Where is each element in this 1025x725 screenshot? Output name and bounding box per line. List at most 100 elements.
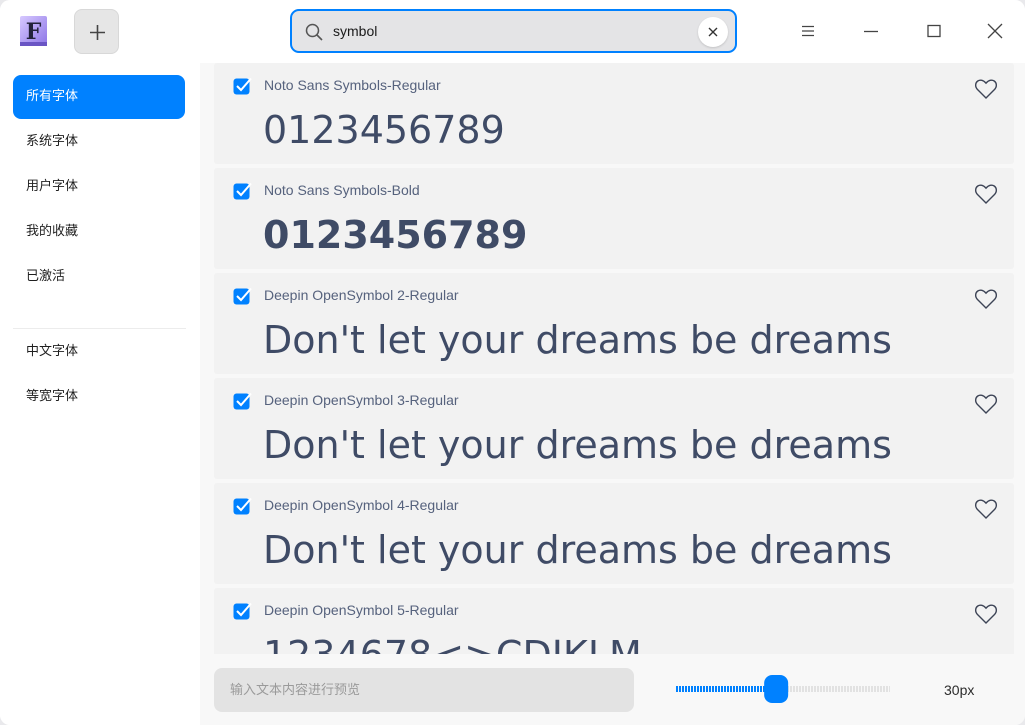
slider-tick xyxy=(823,686,825,692)
slider-tick xyxy=(694,686,696,692)
bottom-bar: 30px xyxy=(200,654,1025,725)
font-name: Noto Sans Symbols-Regular xyxy=(264,77,441,93)
heart-icon[interactable] xyxy=(974,392,998,416)
sidebar-item-user-fonts[interactable]: 用户字体 xyxy=(13,165,185,209)
slider-tick xyxy=(721,686,723,692)
checkbox-checked-icon[interactable] xyxy=(233,287,253,305)
font-preview: Don't let your dreams be dreams xyxy=(263,528,892,572)
checkbox-checked-icon[interactable] xyxy=(233,497,253,515)
font-preview: Don't let your dreams be dreams xyxy=(263,318,892,362)
sidebar-item-monospace-fonts[interactable]: 等宽字体 xyxy=(13,375,185,419)
maximize-icon xyxy=(927,24,941,38)
font-name: Deepin OpenSymbol 2-Regular xyxy=(264,287,459,303)
slider-tick xyxy=(814,686,816,692)
slider-tick xyxy=(703,686,705,692)
slider-tick xyxy=(841,686,843,692)
font-list: Noto Sans Symbols-Regular 0123456789 Not… xyxy=(214,63,1014,654)
slider-tick xyxy=(838,686,840,692)
close-icon xyxy=(987,23,1003,39)
font-preview: 0123456789 xyxy=(263,108,505,152)
slider-tick xyxy=(835,686,837,692)
slider-tick xyxy=(799,686,801,692)
slider-tick xyxy=(691,686,693,692)
font-card[interactable]: Deepin OpenSymbol 3-Regular Don't let yo… xyxy=(214,378,1014,479)
font-manager-logo: F xyxy=(20,16,47,46)
slider-tick xyxy=(889,686,890,692)
maximize-button[interactable] xyxy=(919,16,949,46)
close-window-button[interactable] xyxy=(980,16,1010,46)
clear-search-button[interactable] xyxy=(698,17,728,47)
title-bar: F symbol xyxy=(0,0,1025,63)
slider-tick xyxy=(871,686,873,692)
close-icon xyxy=(708,27,718,37)
checkbox-checked-icon[interactable] xyxy=(233,182,253,200)
heart-icon[interactable] xyxy=(974,602,998,626)
svg-text:F: F xyxy=(26,19,42,45)
slider-tick xyxy=(745,686,747,692)
sidebar-item-all-fonts[interactable]: 所有字体 xyxy=(13,75,185,119)
slider-tick xyxy=(883,686,885,692)
font-card[interactable]: Deepin OpenSymbol 5-Regular 1234678<>CDJ… xyxy=(214,588,1014,654)
heart-icon[interactable] xyxy=(974,77,998,101)
add-font-button[interactable] xyxy=(74,9,119,54)
minimize-button[interactable] xyxy=(856,16,886,46)
font-manager-window: F symbol 所有字体 系统字体 用户字体 我的收藏 已激活 中文字体 等宽… xyxy=(0,0,1025,725)
slider-tick xyxy=(865,686,867,692)
slider-tick xyxy=(730,686,732,692)
sidebar-item-system-fonts[interactable]: 系统字体 xyxy=(13,120,185,164)
slider-tick xyxy=(793,686,795,692)
slider-tick xyxy=(820,686,822,692)
slider-tick xyxy=(736,686,738,692)
slider-tick xyxy=(715,686,717,692)
slider-tick xyxy=(754,686,756,692)
sidebar-item-favorites[interactable]: 我的收藏 xyxy=(13,210,185,254)
slider-tick xyxy=(829,686,831,692)
heart-icon[interactable] xyxy=(974,497,998,521)
sidebar-item-activated[interactable]: 已激活 xyxy=(13,255,185,299)
slider-tick xyxy=(811,686,813,692)
slider-tick xyxy=(748,686,750,692)
slider-tick xyxy=(742,686,744,692)
slider-tick xyxy=(874,686,876,692)
slider-tick xyxy=(817,686,819,692)
checkbox-checked-icon[interactable] xyxy=(233,602,253,620)
slider-tick xyxy=(847,686,849,692)
heart-icon[interactable] xyxy=(974,287,998,311)
slider-tick xyxy=(751,686,753,692)
sidebar: 所有字体 系统字体 用户字体 我的收藏 已激活 中文字体 等宽字体 xyxy=(0,63,200,725)
slider-tick xyxy=(886,686,888,692)
slider-tick xyxy=(880,686,882,692)
font-size-slider[interactable] xyxy=(676,674,890,704)
slider-tick xyxy=(682,686,684,692)
font-card[interactable]: Deepin OpenSymbol 4-Regular Don't let yo… xyxy=(214,483,1014,584)
heart-icon[interactable] xyxy=(974,182,998,206)
checkbox-checked-icon[interactable] xyxy=(233,77,253,95)
slider-tick xyxy=(805,686,807,692)
slider-tick xyxy=(679,686,681,692)
slider-tick xyxy=(706,686,708,692)
font-card[interactable]: Noto Sans Symbols-Regular 0123456789 xyxy=(214,63,1014,164)
font-name: Deepin OpenSymbol 4-Regular xyxy=(264,497,459,513)
slider-handle[interactable] xyxy=(764,675,789,703)
slider-tick xyxy=(718,686,720,692)
search-box[interactable]: symbol xyxy=(290,9,737,53)
slider-tick xyxy=(757,686,759,692)
font-name: Noto Sans Symbols-Bold xyxy=(264,182,420,198)
search-icon xyxy=(305,23,323,41)
slider-tick xyxy=(853,686,855,692)
slider-tick xyxy=(859,686,861,692)
font-card[interactable]: Noto Sans Symbols-Bold 0123456789 xyxy=(214,168,1014,269)
slider-tick xyxy=(697,686,699,692)
sidebar-divider xyxy=(13,328,186,329)
menu-icon xyxy=(802,25,814,37)
slider-tick xyxy=(733,686,735,692)
search-input[interactable]: symbol xyxy=(333,23,377,39)
font-name: Deepin OpenSymbol 3-Regular xyxy=(264,392,459,408)
main-menu-button[interactable] xyxy=(793,16,823,46)
font-card[interactable]: Deepin OpenSymbol 2-Regular Don't let yo… xyxy=(214,273,1014,374)
slider-tick xyxy=(685,686,687,692)
sidebar-item-chinese-fonts[interactable]: 中文字体 xyxy=(13,330,185,374)
slider-tick xyxy=(832,686,834,692)
checkbox-checked-icon[interactable] xyxy=(233,392,253,410)
preview-text-input[interactable] xyxy=(214,668,634,712)
